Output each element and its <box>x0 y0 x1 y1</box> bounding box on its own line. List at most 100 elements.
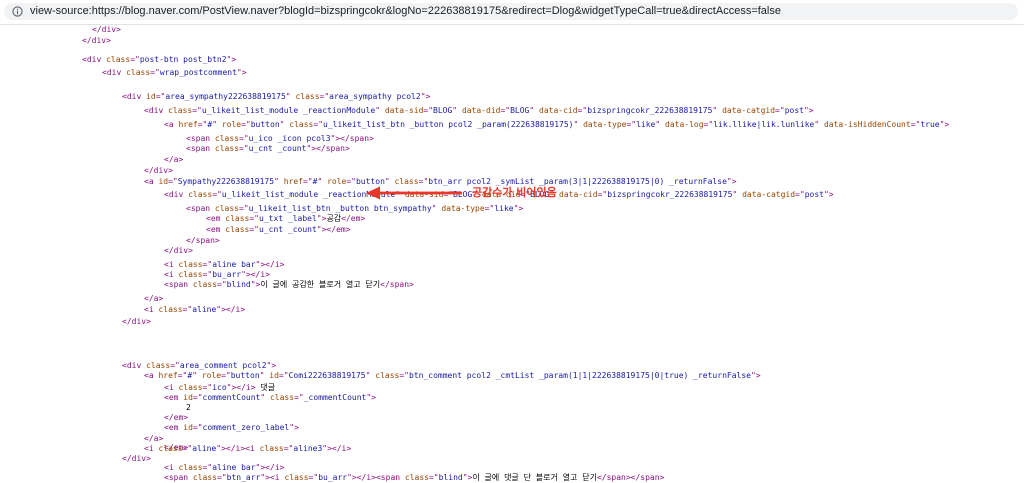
source-token: button <box>230 371 260 380</box>
source-token: button <box>355 177 385 186</box>
source-token: "></span> <box>330 134 374 143</box>
source-token: " <box>655 120 666 129</box>
source-token: class <box>178 270 203 279</box>
source-token: "></i><i <box>216 444 260 453</box>
source-token: "> <box>266 361 277 370</box>
source-token: blind <box>226 280 251 289</box>
source-token: =" <box>597 190 608 199</box>
source-line: <i class="bu_arr"></i> <box>164 270 270 280</box>
info-icon[interactable] <box>12 6 23 17</box>
source-token: class <box>214 144 239 153</box>
source-token: =" <box>212 190 222 199</box>
source-token: u_cnt _count <box>259 225 317 234</box>
source-token: =" <box>484 204 495 213</box>
url-input[interactable]: view-source:https://blog.naver.com/PostV… <box>4 3 1018 20</box>
source-token: class <box>375 371 400 380</box>
source-token: u_txt _label <box>259 214 317 223</box>
source-line: <div id="area_sympathy222638819175" clas… <box>122 92 430 102</box>
source-token: post <box>804 190 824 199</box>
source-token: class <box>178 383 203 392</box>
source-token: =" <box>241 120 251 129</box>
source-token: <i <box>164 463 179 472</box>
source-token: "> <box>250 280 261 289</box>
source-token: </a> <box>144 294 164 303</box>
source-token: aline <box>192 444 217 453</box>
source-token: <em <box>206 214 226 223</box>
source-token: =" <box>217 280 227 289</box>
source-token: </div> <box>82 36 111 45</box>
url-text: view-source:https://blog.naver.com/PostV… <box>30 5 781 17</box>
source-line: <em class="u_txt _label">공감</em> <box>206 214 365 224</box>
source-token: btn_arr pcol2 _symList _param(3|1|222638… <box>428 177 727 186</box>
source-token: "> <box>420 92 431 101</box>
source-line: <em id="commentCount" class="_commentCou… <box>164 393 376 403</box>
source-token: " <box>452 106 462 115</box>
source-token: "> <box>366 393 376 402</box>
source-token: class <box>192 280 217 289</box>
source-token: data-type <box>583 120 627 129</box>
source-token: =" <box>308 473 319 482</box>
source-token: role <box>201 371 222 380</box>
source-token: </a> <box>144 434 164 443</box>
source-token: <span <box>164 280 193 289</box>
source-token: " <box>279 120 290 129</box>
source-token: "> <box>823 190 834 199</box>
source-token: class <box>225 225 250 234</box>
source-token: href <box>283 177 303 186</box>
source-token: class <box>225 214 250 223</box>
source-token: data-cid <box>539 106 578 115</box>
source-token: comment_zero_label <box>202 423 290 432</box>
address-bar: view-source:https://blog.naver.com/PostV… <box>0 0 1024 25</box>
source-token: 이 글에 공감한 블로거 열고 닫기 <box>260 280 381 289</box>
source-token: "></span> <box>306 144 350 153</box>
source-token: id <box>158 177 169 186</box>
source-token: id <box>183 423 193 432</box>
source-line: </div> <box>92 25 121 35</box>
source-line: <i class="aline bar"></i> <box>164 463 284 473</box>
source-token: aline <box>192 305 217 314</box>
source-token: data-catgid <box>742 190 796 199</box>
source-token: id <box>269 371 279 380</box>
source-token: =" <box>278 371 289 380</box>
source-token: "></i> <box>322 444 352 453</box>
source-token: bizspringcokr_222638819175 <box>587 106 713 115</box>
source-token: " <box>814 120 824 129</box>
source-line: </a> <box>164 155 183 165</box>
source-token: aline bar <box>212 260 256 269</box>
source-token: data-isHiddenCount <box>823 120 911 129</box>
source-token: </em> <box>164 413 189 422</box>
source-token: " <box>260 393 270 402</box>
source-token: =" <box>423 106 434 115</box>
source-token: "> <box>939 120 950 129</box>
source-token: class <box>214 204 239 213</box>
source-token: <i <box>144 305 159 314</box>
source-token: aline bar <box>212 463 256 472</box>
source-token: class <box>214 134 239 143</box>
source-token: button <box>250 120 280 129</box>
source-token: class <box>295 92 320 101</box>
source-token: <div <box>122 92 147 101</box>
source-token: href <box>158 371 178 380</box>
source-line: <em id="comment_zero_label"> <box>164 423 299 433</box>
source-token: u_likeit_list_module _reactionModule <box>201 106 376 115</box>
source-token: =" <box>577 106 588 115</box>
source-token: " <box>712 106 723 115</box>
source-token: =" <box>399 371 409 380</box>
source-token: " <box>192 371 202 380</box>
source-token: =" <box>192 423 203 432</box>
source-token: commentCount <box>202 393 261 402</box>
source-token: " <box>274 177 284 186</box>
source-token: data-sid <box>384 106 424 115</box>
arrow-left-icon <box>366 186 462 200</box>
source-line: <i class="aline"></i><i class="aline3"><… <box>144 444 351 454</box>
source-token: =" <box>249 225 259 234</box>
source-token: </span></span> <box>596 473 665 482</box>
source-token: data-catgid <box>722 106 776 115</box>
source-line: <i class="aline bar"></i> <box>164 260 284 270</box>
source-token: like <box>494 204 514 213</box>
source-token: BLOG <box>433 106 453 115</box>
source-token: <span <box>186 134 215 143</box>
source-token: data-type <box>441 204 485 213</box>
source-token: <div <box>122 361 147 370</box>
source-token: true <box>920 120 940 129</box>
